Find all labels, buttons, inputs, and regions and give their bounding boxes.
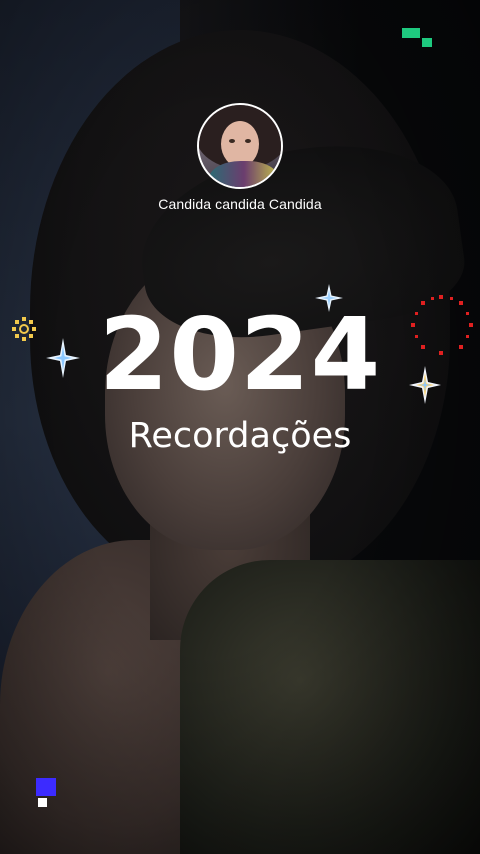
avatar-eye xyxy=(229,139,235,143)
subtitle-text: Recordações xyxy=(128,416,352,456)
avatar[interactable] xyxy=(197,103,283,189)
avatar-body xyxy=(209,161,279,187)
username[interactable]: Candida candida Candida xyxy=(0,196,480,212)
avatar-eye xyxy=(245,139,251,143)
year-title: 2024 xyxy=(98,296,382,413)
blue-pixel-icon xyxy=(36,778,58,810)
green-pixel-icon xyxy=(402,28,434,48)
story-card: Candida candida Candida 2024 Recordações xyxy=(0,0,480,854)
